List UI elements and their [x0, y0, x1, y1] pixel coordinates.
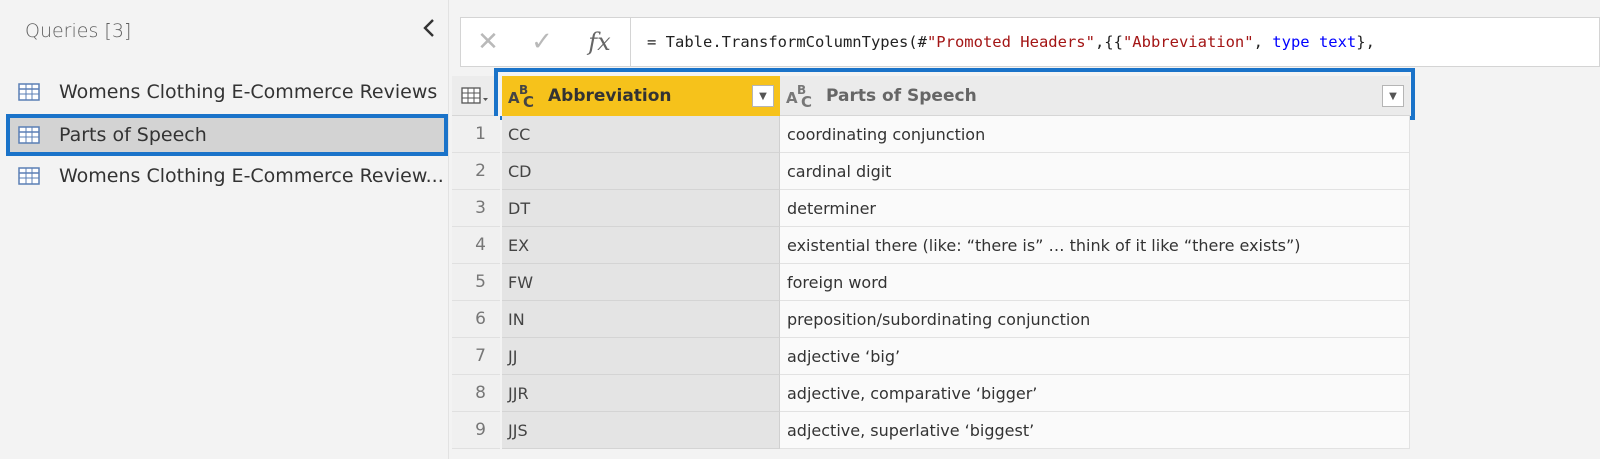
query-item-womens-clothing-reviews[interactable]: Womens Clothing E-Commerce Reviews	[6, 72, 448, 112]
formula-bar: ✕ ✓ fx = Table.TransformColumnTypes(#"Pr…	[460, 17, 1600, 67]
cell-abbreviation[interactable]: EX	[502, 227, 780, 264]
queries-title: Queries [3]	[25, 20, 132, 42]
table-menu-button[interactable]	[452, 76, 498, 116]
formula-mid: ,{{	[1094, 33, 1123, 51]
cell-parts-of-speech[interactable]: preposition/subordinating conjunction	[780, 301, 1410, 338]
cell-parts-of-speech[interactable]: existential there (like: “there is” … th…	[780, 227, 1410, 264]
cell-parts-of-speech[interactable]: adjective, superlative ‘biggest’	[780, 412, 1410, 449]
collapse-queries-button[interactable]	[418, 18, 440, 44]
query-item-parts-of-speech[interactable]: Parts of Speech	[6, 114, 448, 156]
row-number[interactable]: 2	[452, 153, 500, 190]
row-number[interactable]: 6	[452, 301, 500, 338]
query-item-label: Parts of Speech	[59, 124, 207, 146]
query-item-womens-clothing-reviews-2[interactable]: Womens Clothing E-Commerce Review...	[6, 156, 448, 196]
formula-end: },	[1356, 33, 1375, 51]
cell-parts-of-speech[interactable]: foreign word	[780, 264, 1410, 301]
row-number[interactable]: 7	[452, 338, 500, 375]
table-row: 3 DT determiner	[450, 190, 1410, 227]
formula-keyword: type text	[1272, 33, 1357, 51]
text-type-icon[interactable]: ABC	[508, 83, 538, 111]
table-row: 8 JJR adjective, comparative ‘bigger’	[450, 375, 1410, 412]
chevron-down-icon: ▼	[759, 90, 767, 102]
row-number[interactable]: 9	[452, 412, 500, 449]
queries-pane: Queries [3] Womens Clothing E-Commerce R…	[0, 0, 449, 459]
table-row: 9 JJS adjective, superlative ‘biggest’	[450, 412, 1410, 449]
cell-abbreviation[interactable]: FW	[502, 264, 780, 301]
insert-function-button[interactable]: fx	[569, 18, 631, 66]
row-number[interactable]: 3	[452, 190, 500, 227]
query-item-label: Womens Clothing E-Commerce Reviews	[59, 81, 438, 103]
chevron-down-icon: ▼	[1389, 90, 1397, 102]
cell-abbreviation[interactable]: CD	[502, 153, 780, 190]
formula-string-1: "Promoted Headers"	[926, 33, 1095, 51]
table-row: 1 CC coordinating conjunction	[450, 116, 1410, 153]
column-header-label: Abbreviation	[548, 86, 672, 106]
cell-parts-of-speech[interactable]: adjective, comparative ‘bigger’	[780, 375, 1410, 412]
formula-input[interactable]: = Table.TransformColumnTypes(#"Promoted …	[631, 33, 1599, 51]
query-item-label: Womens Clothing E-Commerce Review...	[59, 165, 444, 187]
cell-parts-of-speech[interactable]: cardinal digit	[780, 153, 1410, 190]
column-header-abbreviation[interactable]: ABC Abbreviation ▼	[502, 76, 780, 116]
column-header-parts-of-speech[interactable]: ABC Parts of Speech ▼	[780, 76, 1410, 116]
table-row: 5 FW foreign word	[450, 264, 1410, 301]
row-number[interactable]: 8	[452, 375, 500, 412]
cell-abbreviation[interactable]: JJ	[502, 338, 780, 375]
row-number[interactable]: 1	[452, 116, 500, 153]
row-number[interactable]: 4	[452, 227, 500, 264]
table-icon	[18, 83, 40, 101]
cell-parts-of-speech[interactable]: adjective ‘big’	[780, 338, 1410, 375]
cancel-formula-button[interactable]: ✕	[461, 18, 515, 66]
table-icon	[18, 167, 40, 185]
table-row: 7 JJ adjective ‘big’	[450, 338, 1410, 375]
column-filter-button[interactable]: ▼	[752, 85, 774, 107]
table-row: 6 IN preposition/subordinating conjuncti…	[450, 301, 1410, 338]
chevron-left-icon	[423, 19, 434, 37]
formula-sep: ,	[1253, 33, 1273, 51]
row-number[interactable]: 5	[452, 264, 500, 301]
table-row: 4 EX existential there (like: “there is”…	[450, 227, 1410, 264]
column-header-label: Parts of Speech	[826, 85, 977, 106]
formula-string-2: "Abbreviation"	[1122, 33, 1254, 51]
fx-icon: fx	[588, 28, 611, 56]
cell-abbreviation[interactable]: CC	[502, 116, 780, 153]
cell-abbreviation[interactable]: IN	[502, 301, 780, 338]
cell-parts-of-speech[interactable]: determiner	[780, 190, 1410, 227]
formula-prefix: = Table.TransformColumnTypes(#	[647, 33, 927, 51]
cell-abbreviation[interactable]: JJR	[502, 375, 780, 412]
table-menu-icon	[461, 86, 488, 104]
cell-abbreviation[interactable]: JJS	[502, 412, 780, 449]
column-filter-button[interactable]: ▼	[1382, 85, 1404, 107]
table-icon	[18, 126, 40, 144]
table-row: 2 CD cardinal digit	[450, 153, 1410, 190]
commit-formula-button[interactable]: ✓	[515, 18, 569, 66]
cell-parts-of-speech[interactable]: coordinating conjunction	[780, 116, 1410, 153]
text-type-icon[interactable]: ABC	[786, 83, 816, 111]
checkmark-icon: ✓	[531, 27, 553, 57]
close-icon: ✕	[477, 27, 499, 57]
cell-abbreviation[interactable]: DT	[502, 190, 780, 227]
